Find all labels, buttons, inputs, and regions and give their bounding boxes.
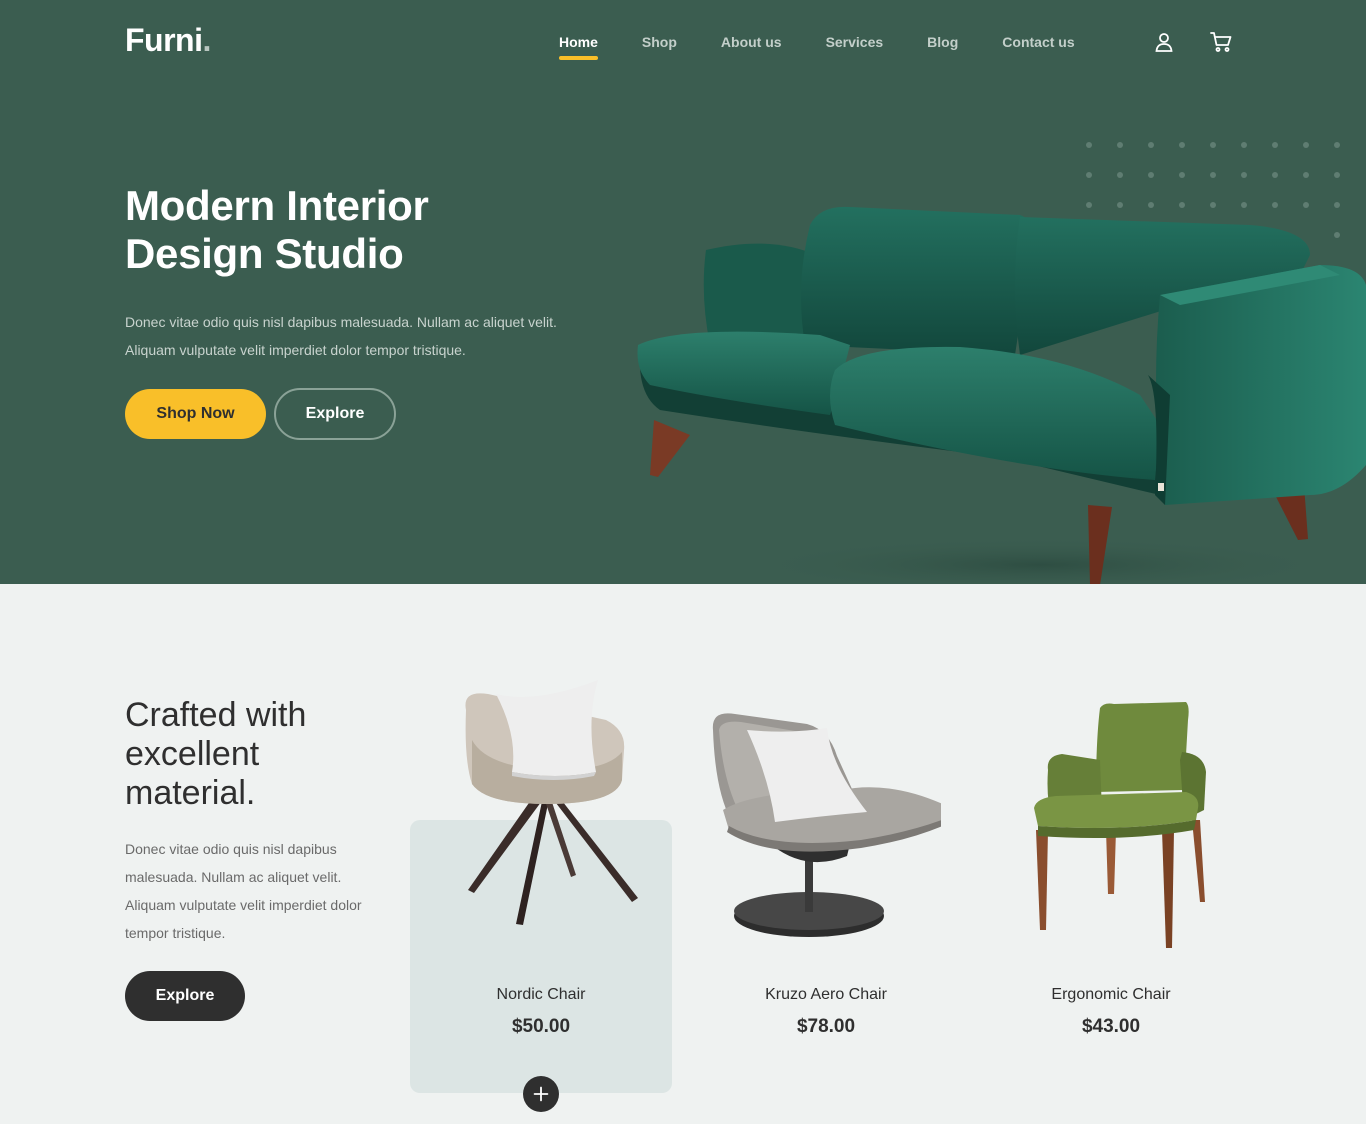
- nordic-chair-image: [465, 680, 638, 925]
- logo-text: Furni: [125, 22, 203, 58]
- products-title-line-3: material.: [125, 774, 256, 812]
- product-card-kruzo-aero-chair[interactable]: Kruzo Aero Chair $78.00: [695, 680, 957, 1093]
- logo-dot: .: [202, 22, 211, 58]
- product-card-ergonomic-chair[interactable]: Ergonomic Chair $43.00: [980, 680, 1242, 1093]
- product-card-nordic-chair[interactable]: Nordic Chair $50.00: [410, 680, 672, 1112]
- product-name: Ergonomic Chair: [1051, 986, 1171, 1003]
- products-title-line-2: excellent: [125, 735, 260, 773]
- shop-now-button[interactable]: Shop Now: [125, 389, 266, 439]
- nav-item-about-us[interactable]: About us: [699, 32, 804, 60]
- product-price: $78.00: [796, 1016, 856, 1037]
- product-name: Nordic Chair: [496, 986, 586, 1003]
- ergonomic-chair-image: [1034, 702, 1206, 948]
- sofa-image: [637, 206, 1366, 584]
- hero-title-line-1: Modern Interior: [125, 182, 429, 229]
- user-icon[interactable]: [1150, 28, 1178, 56]
- hero-section: Furni. Home Shop About us Services Blog …: [0, 0, 1366, 584]
- add-to-cart-button[interactable]: [523, 1076, 559, 1112]
- hero-explore-button[interactable]: Explore: [274, 388, 396, 440]
- products-section-title: Crafted with excellent material.: [125, 696, 385, 813]
- hero-title-line-2: Design Studio: [125, 230, 404, 277]
- nav-item-contact-us[interactable]: Contact us: [980, 32, 1096, 60]
- product-price: $50.00: [511, 1016, 571, 1037]
- nav-item-home[interactable]: Home: [537, 32, 620, 60]
- nav-item-services[interactable]: Services: [804, 32, 906, 60]
- products-title-line-1: Crafted with: [125, 696, 307, 734]
- nav-item-blog[interactable]: Blog: [905, 32, 980, 60]
- product-name: Kruzo Aero Chair: [765, 986, 887, 1003]
- product-price: $43.00: [1081, 1016, 1141, 1037]
- kruzo-aero-chair-image: [712, 713, 941, 937]
- hero-description: Donec vitae odio quis nisl dapibus males…: [125, 314, 557, 358]
- products-explore-button[interactable]: Explore: [125, 971, 245, 1021]
- logo[interactable]: Furni.: [125, 22, 211, 59]
- nav-item-shop[interactable]: Shop: [620, 32, 699, 60]
- cart-icon[interactable]: [1207, 28, 1235, 56]
- products-section-description: Donec vitae odio quis nisl dapibus males…: [125, 841, 362, 941]
- navbar: Furni. Home Shop About us Services Blog …: [0, 0, 1366, 86]
- plus-icon: [533, 1086, 549, 1102]
- main-menu: Home Shop About us Services Blog Contact…: [537, 32, 1097, 60]
- hero-title: Modern Interior Design Studio: [125, 182, 565, 278]
